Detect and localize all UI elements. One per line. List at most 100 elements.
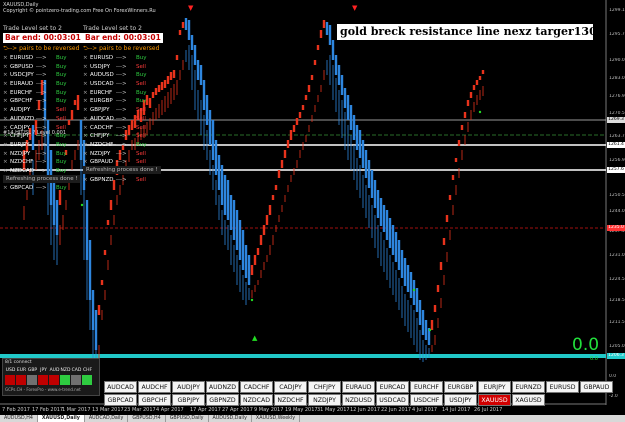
- symbol-button-gbpaud[interactable]: GBPAUD: [580, 381, 613, 393]
- row-check-icon: ×: [3, 115, 8, 122]
- chart-tab[interactable]: XAUUSD,Daily: [37, 415, 85, 422]
- indicator-sub-value: 0.0: [590, 356, 598, 362]
- chart-tab[interactable]: AUDUSD,H4: [0, 415, 38, 422]
- symbol-button-cadjpy[interactable]: CADJPY: [274, 381, 307, 393]
- copyright-text: Copyright © pointzero-trading.com Free O…: [3, 8, 156, 14]
- symbol-button-eurcad[interactable]: EURCAD: [376, 381, 409, 393]
- candle-body: [403, 258, 407, 286]
- candle-body: [226, 180, 230, 220]
- signal-row: × EURGBP ---> Buy: [83, 97, 147, 106]
- candle-body: [247, 255, 251, 285]
- symbol-button-eurchf[interactable]: EURCHF: [410, 381, 443, 393]
- symbol-button-eurjpy[interactable]: EURJPY: [478, 381, 511, 393]
- symbol-button-xagusd[interactable]: XAGUSD: [512, 394, 545, 406]
- pair-name: NZDCHF: [90, 141, 114, 148]
- pair-arrow: --->: [36, 55, 47, 61]
- symbol-button-nzdjpy[interactable]: NZDJPY: [308, 394, 341, 406]
- price-tick-label: 1218.5: [609, 298, 625, 303]
- candle-body: [256, 248, 260, 255]
- symbol-button-eurnzd[interactable]: EURNZD: [512, 381, 545, 393]
- pair-signal: Sell: [136, 124, 146, 131]
- pair-name: EURUSD: [10, 55, 34, 61]
- date-tick-label: 13 Mar 2017: [92, 407, 124, 413]
- chart-tab[interactable]: GBPUSD,Daily: [166, 415, 209, 422]
- candle-body: [424, 320, 428, 340]
- symbol-button-gbpjpy[interactable]: GBPJPY: [172, 394, 205, 406]
- pair-signal: Buy: [56, 63, 67, 70]
- pair-name: EURGBP: [90, 98, 113, 105]
- symbol-button-nzdchf[interactable]: NZDCHF: [274, 394, 307, 406]
- candle-body: [436, 285, 440, 292]
- candle-body: [445, 215, 449, 222]
- symbol-button-gbpnzd[interactable]: GBPNZD: [206, 394, 239, 406]
- chart-tab[interactable]: AUDUSD,Daily: [209, 415, 252, 422]
- date-tick-label: 14 Jul 2017: [442, 407, 471, 413]
- symbol-button-cadchf[interactable]: CADCHF: [240, 381, 273, 393]
- candle-body: [148, 98, 152, 108]
- pair-name: USDJPY: [90, 63, 110, 70]
- candle-body: [328, 25, 332, 45]
- symbol-button-gbpchf[interactable]: GBPCHF: [138, 394, 171, 406]
- chart-annotation-title: gold breck resistance line nexz targer13…: [337, 24, 593, 40]
- price-tick-label: 1224.5: [609, 277, 625, 282]
- pair-signal: Sell: [136, 107, 146, 114]
- chart-tab[interactable]: AUDCAD,Daily: [85, 415, 129, 422]
- candle-body: [316, 45, 320, 50]
- date-tick-label: 26 Jul 2017: [474, 407, 503, 413]
- pair-arrow: --->: [36, 81, 47, 88]
- pair-arrow: --->: [36, 72, 47, 79]
- pair-signal: Sell: [136, 115, 146, 122]
- symbol-button-euraud[interactable]: EURAUD: [342, 381, 375, 393]
- row-check-icon: ×: [83, 115, 88, 122]
- signal-row: × NZDJPY ---> Sell: [83, 150, 147, 159]
- price-tick-label: 1290.0: [609, 58, 625, 63]
- symbol-button-audcad[interactable]: AUDCAD: [104, 381, 137, 393]
- candle-body: [178, 30, 182, 35]
- symbol-button-xauusd[interactable]: XAUUSD: [478, 394, 511, 406]
- symbol-button-audchf[interactable]: AUDCHF: [138, 381, 171, 393]
- price-tick-label: 1256.9: [609, 158, 625, 163]
- row-check-icon: ×: [83, 72, 88, 79]
- symbol-button-usdchf[interactable]: USDCHF: [410, 394, 443, 406]
- candle-body: [154, 88, 158, 95]
- symbol-button-nzdcad[interactable]: NZDCAD: [240, 394, 273, 406]
- row-check-icon: ×: [3, 72, 8, 79]
- symbol-button-usdjpy[interactable]: USDJPY: [444, 394, 477, 406]
- candle-body: [271, 195, 275, 200]
- candle-body: [94, 310, 98, 350]
- symbol-button-nzdusd[interactable]: NZDUSD: [342, 394, 375, 406]
- symbol-button-gbpcad[interactable]: GBPCAD: [104, 394, 137, 406]
- chart-tab[interactable]: GBPUSD,H4: [128, 415, 166, 422]
- date-tick-label: 27 Apr 2017: [222, 407, 253, 413]
- pair-arrow: --->: [36, 185, 47, 192]
- candle-body: [325, 22, 329, 35]
- symbol-button-audnzd[interactable]: AUDNZD: [206, 381, 239, 393]
- candle-body: [220, 165, 224, 205]
- currency-label: JPY: [40, 368, 47, 373]
- signal-list-left: × EURUSD ---> Buy × GBPUSD ---> Buy × USDCJPY --->…: [3, 54, 67, 193]
- symbol-button-chfjpy[interactable]: CHFJPY: [308, 381, 341, 393]
- row-check-icon: ×: [3, 159, 8, 166]
- symbol-button-eurusd[interactable]: EURUSD: [546, 381, 579, 393]
- date-tick-label: 4 Apr 2017: [156, 407, 184, 413]
- candle-body: [421, 310, 425, 335]
- price-level-marker: 1269.3: [607, 117, 625, 123]
- currency-label: CAD: [71, 368, 82, 373]
- date-tick-label: 17 Feb 2017: [32, 407, 64, 413]
- candle-body: [394, 232, 398, 262]
- pair-arrow: --->: [36, 89, 47, 96]
- candle-body: [106, 220, 110, 225]
- symbol-button-audjpy[interactable]: AUDJPY: [172, 381, 205, 393]
- row-check-icon: ×: [3, 141, 8, 148]
- chart-tab[interactable]: XAUUSD,Weekly: [252, 415, 301, 422]
- pair-name: NZDJPY: [90, 150, 111, 157]
- row-check-icon: ×: [3, 107, 8, 114]
- pair-signal: Buy: [136, 89, 147, 96]
- chart-window[interactable]: XAUUSD,Daily Copyright © pointzero-tradi…: [0, 0, 625, 422]
- symbol-button-usdcad[interactable]: USDCAD: [376, 394, 409, 406]
- symbol-button-eurgbp[interactable]: EURGBP: [444, 381, 477, 393]
- pair-name: EURJPY: [10, 141, 30, 148]
- pair-arrow: --->: [36, 150, 47, 157]
- indicator-value: 0.0: [572, 335, 600, 355]
- pair-name: EURCHF: [10, 89, 33, 96]
